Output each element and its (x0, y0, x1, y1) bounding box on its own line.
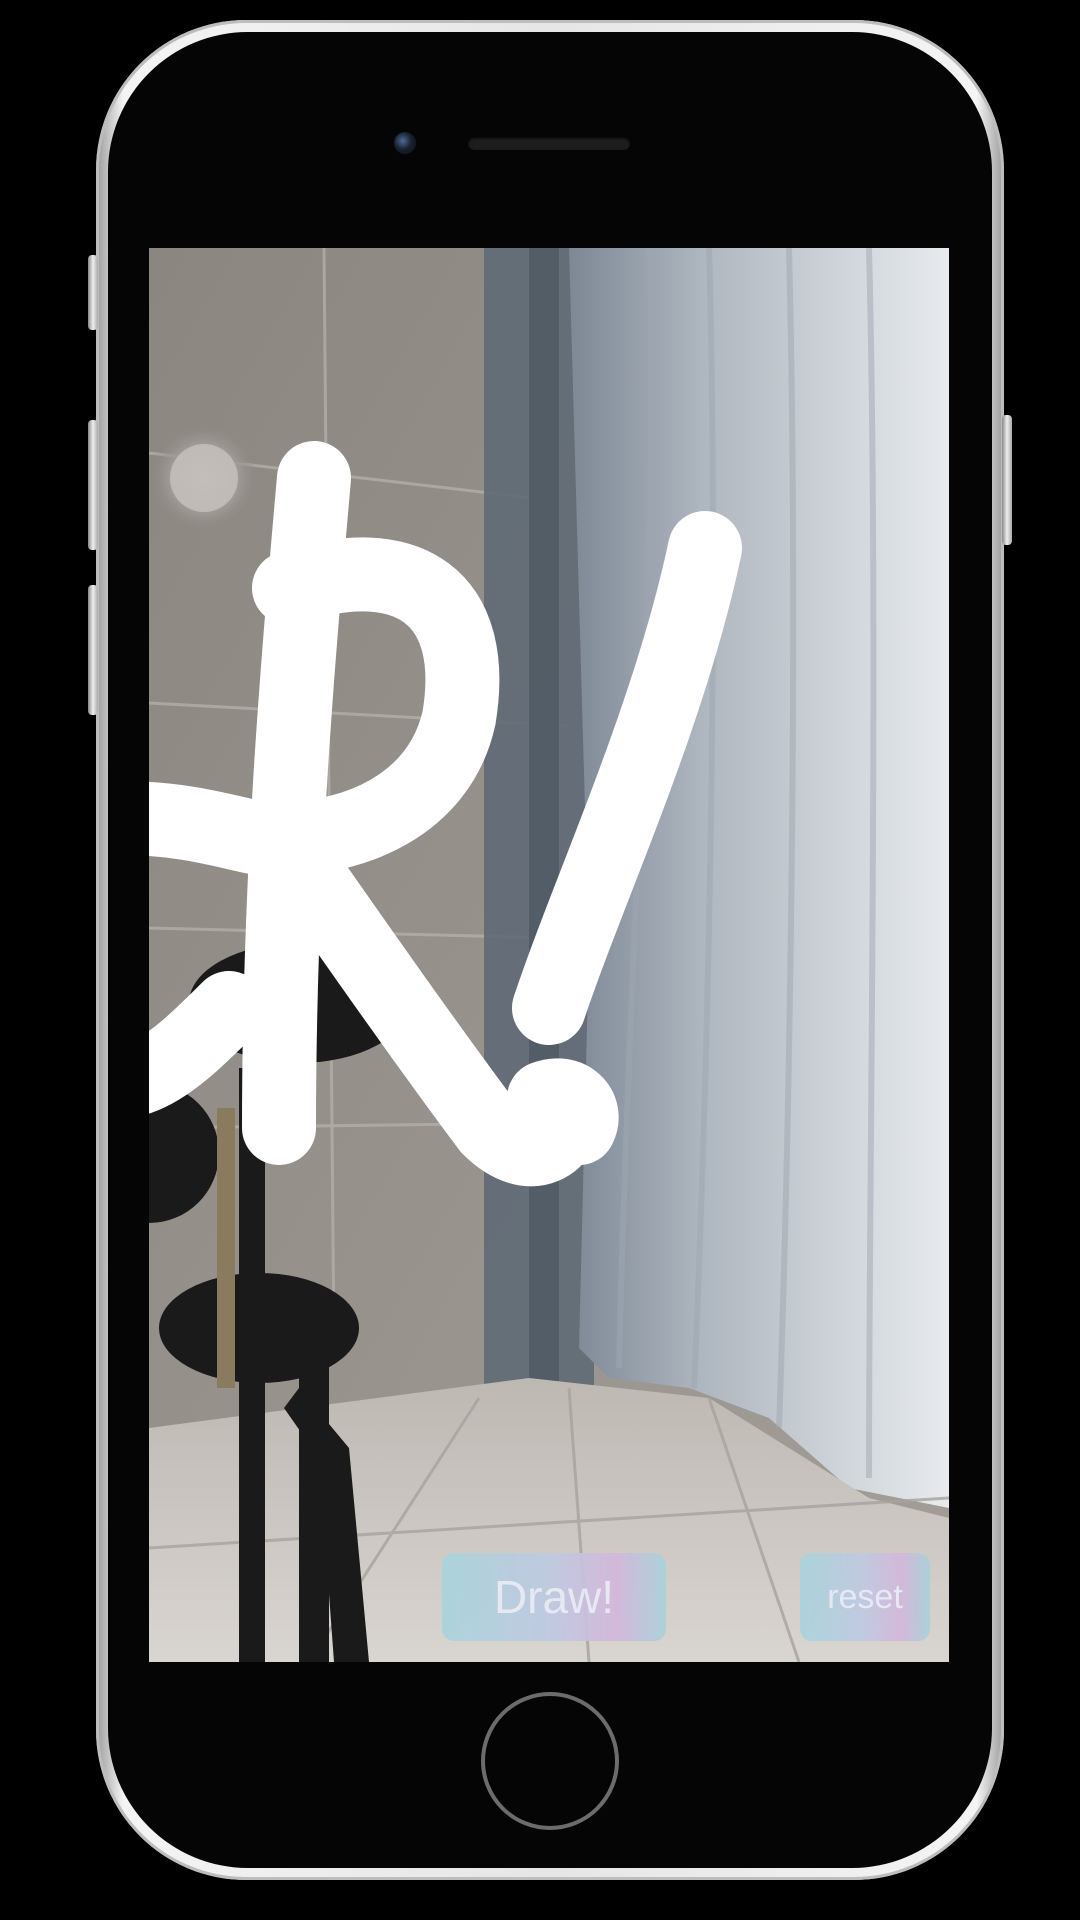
draw-button[interactable]: Draw! (442, 1553, 666, 1641)
ar-screen[interactable]: Draw! reset (149, 248, 949, 1662)
stage: Draw! reset (0, 0, 1080, 1920)
home-button[interactable] (481, 1692, 619, 1830)
reset-button[interactable]: reset (800, 1553, 930, 1641)
front-camera-icon (394, 132, 416, 154)
volume-up-button (88, 420, 98, 550)
volume-down-button (88, 585, 98, 715)
drawing-strokes (149, 441, 742, 1187)
mute-switch (88, 255, 98, 330)
earpiece-speaker (468, 137, 630, 150)
power-button (1002, 415, 1012, 545)
